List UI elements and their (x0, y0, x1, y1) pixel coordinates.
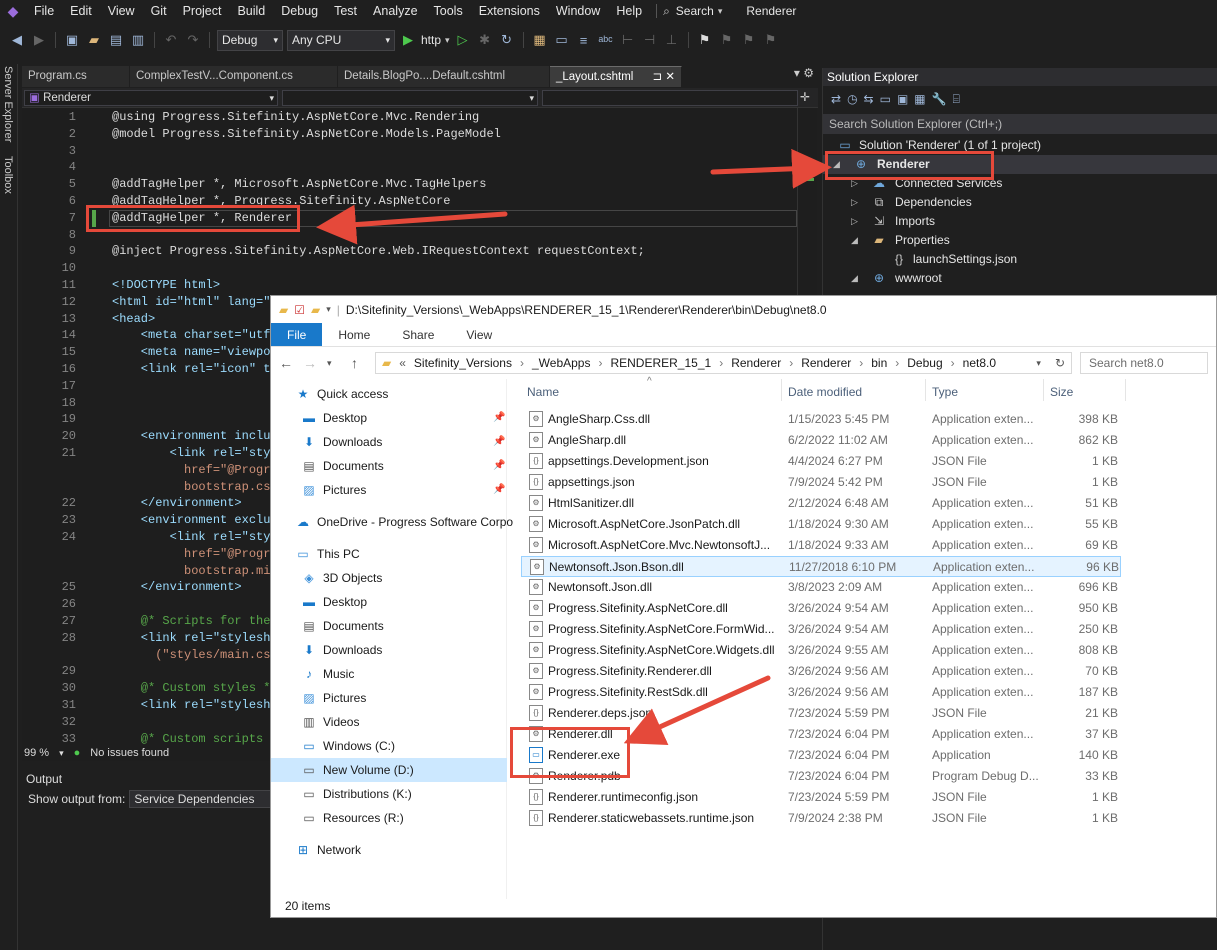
arrow-to-project (710, 148, 832, 189)
arrow-to-taghelper (316, 204, 508, 245)
arrow-to-output-files (623, 675, 771, 745)
annotation-arrows (316, 148, 832, 745)
